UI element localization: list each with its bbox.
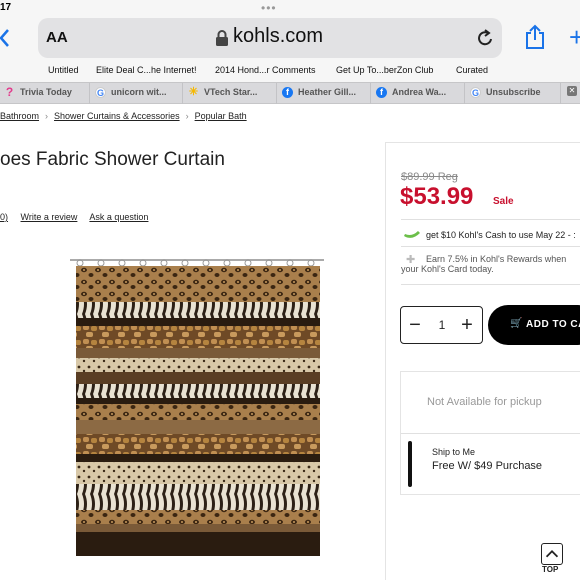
review-count-link[interactable]: 0) xyxy=(0,212,8,222)
tab-unicorn[interactable]: G unicorn wit... xyxy=(91,83,183,104)
ship-selected-indicator xyxy=(408,441,412,487)
tab-label: unicorn wit... xyxy=(111,87,167,97)
ship-to-me-label[interactable]: Ship to Me xyxy=(432,447,475,457)
new-tab-plus-icon[interactable]: + xyxy=(569,24,580,50)
rewards-text-line2: your Kohl's Card today. xyxy=(401,264,494,274)
breadcrumb-bathroom[interactable]: Bathroom xyxy=(0,111,39,121)
chevron-right-icon: › xyxy=(45,111,49,121)
sale-price: $53.99 xyxy=(400,183,474,210)
google-icon: G xyxy=(470,87,481,98)
text-size-button[interactable]: AA xyxy=(46,29,68,46)
ask-question-link[interactable]: Ask a question xyxy=(89,212,148,222)
tab-label: VTech Star... xyxy=(204,87,258,97)
product-image-shower-curtain[interactable] xyxy=(66,254,330,560)
address-bar[interactable]: AA kohls.com xyxy=(38,18,502,58)
status-time: 17 xyxy=(0,2,12,13)
quantity-stepper: − 1 + xyxy=(400,306,483,344)
back-chevron-icon[interactable] xyxy=(0,28,10,48)
scroll-to-top-button[interactable] xyxy=(541,543,563,565)
tab-vtech[interactable]: ✳ VTech Star... xyxy=(184,83,277,104)
favorites-bar: Untitled Elite Deal C...he Internet! 201… xyxy=(0,62,580,80)
rewards-text: Earn 7.5% in Kohl's Rewards when xyxy=(426,254,567,264)
tab-bar: ? Trivia Today G unicorn wit... ✳ VTech … xyxy=(0,82,580,104)
sale-label: Sale xyxy=(493,196,514,207)
divider xyxy=(401,219,580,220)
divider xyxy=(401,246,580,247)
divider xyxy=(401,284,580,285)
breadcrumb: Bathroom › Shower Curtains & Accessories › P… xyxy=(0,111,247,121)
quantity-value[interactable]: 1 xyxy=(436,318,448,332)
bookmark-item[interactable]: Get Up To...berZon Club xyxy=(336,65,433,75)
review-row: 0) Write a review Ask a question xyxy=(0,212,158,222)
tab-label: Andrea Wa... xyxy=(392,87,447,97)
bookmark-item[interactable]: 2014 Hond...r Comments xyxy=(215,65,316,75)
cart-icon: 🛒 xyxy=(510,318,523,329)
url-text: kohls.com xyxy=(233,25,324,47)
question-icon: ? xyxy=(5,85,14,99)
kohls-cash-text: get $10 Kohl's Cash to use May 22 - : xyxy=(426,230,576,240)
facebook-icon: f xyxy=(282,87,293,98)
facebook-icon: f xyxy=(376,87,387,98)
top-label[interactable]: TOP xyxy=(542,565,558,574)
tab-andrea[interactable]: f Andrea Wa... xyxy=(372,83,465,104)
tab-heather[interactable]: f Heather Gill... xyxy=(278,83,371,104)
close-tab-icon[interactable]: ✕ xyxy=(567,86,577,96)
bookmark-item[interactable]: Elite Deal C...he Internet! xyxy=(96,65,197,75)
browser-chrome: 17 ••• AA kohls.com + Untitled Elite Dea… xyxy=(0,0,580,82)
product-title: oes Fabric Shower Curtain xyxy=(0,149,225,170)
increase-quantity-button[interactable]: + xyxy=(459,315,475,335)
breadcrumb-shower-curtains[interactable]: Shower Curtains & Accessories xyxy=(54,111,180,121)
walmart-icon: ✳ xyxy=(188,86,199,98)
chevron-right-icon: › xyxy=(185,111,189,121)
kohls-cash-icon xyxy=(404,231,420,238)
ship-to-me-value[interactable]: Free W/ $49 Purchase xyxy=(432,460,542,472)
decrease-quantity-button[interactable]: − xyxy=(407,315,423,335)
write-review-link[interactable]: Write a review xyxy=(21,212,78,222)
google-icon: G xyxy=(95,87,106,98)
bookmark-item[interactable]: Untitled xyxy=(48,65,79,75)
pickup-status: Not Available for pickup xyxy=(427,396,542,408)
lock-icon xyxy=(216,30,228,46)
bookmark-item[interactable]: Curated xyxy=(456,65,488,75)
tab-unsubscribe[interactable]: G Unsubscribe xyxy=(466,83,561,104)
reload-icon[interactable] xyxy=(476,28,494,48)
tab-trivia-today[interactable]: ? Trivia Today xyxy=(0,83,90,104)
tab-label: Trivia Today xyxy=(20,87,72,97)
divider xyxy=(401,433,580,434)
tab-label: Unsubscribe xyxy=(486,87,541,97)
breadcrumb-popular-bath[interactable]: Popular Bath xyxy=(195,111,247,121)
share-icon[interactable] xyxy=(524,24,546,50)
tab-label: Heather Gill... xyxy=(298,87,357,97)
add-to-cart-button[interactable]: 🛒 ADD TO CA xyxy=(488,305,580,345)
add-to-cart-label: ADD TO CA xyxy=(526,319,580,330)
regular-price: $89.99 Reg xyxy=(401,171,458,183)
multitask-dots-icon[interactable]: ••• xyxy=(261,1,277,15)
